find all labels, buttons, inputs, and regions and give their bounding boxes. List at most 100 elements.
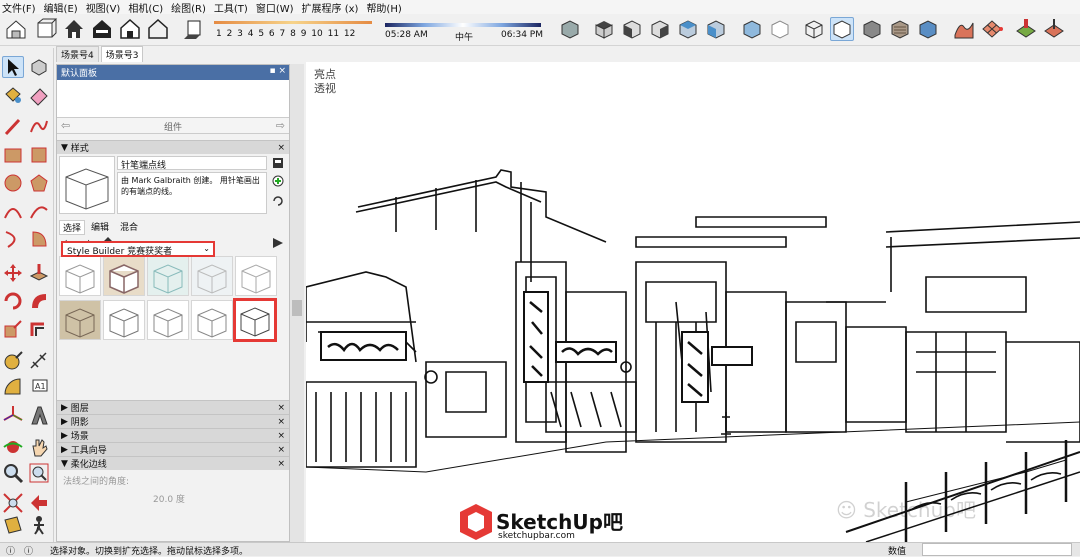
style-thumb[interactable]	[191, 256, 233, 296]
refresh-style-icon[interactable]	[271, 194, 285, 211]
style-thumb[interactable]	[191, 300, 233, 340]
tray-close-icon[interactable]: ▪ ×	[269, 66, 286, 76]
rotate-tool-icon[interactable]	[2, 290, 24, 312]
box-icon[interactable]	[34, 17, 58, 41]
scrollbar-thumb[interactable]	[292, 300, 302, 316]
soften-edges-section-header[interactable]: ▼ 柔化边线 ×	[57, 456, 289, 470]
offset-tool-icon[interactable]	[28, 318, 50, 340]
soften-edges-close-icon[interactable]: ×	[277, 459, 285, 469]
menu-help[interactable]: 帮助(H)	[366, 0, 401, 15]
style-description[interactable]: 由 Mark Galbraith 创建。 用针笔画出的有端点的线。	[117, 172, 267, 214]
follow-me-icon[interactable]	[28, 290, 50, 312]
hidden-line-style-icon[interactable]	[830, 17, 854, 41]
layers-close-icon[interactable]: ×	[277, 403, 285, 413]
pan-tool-icon[interactable]	[28, 436, 50, 458]
zoom-window-icon[interactable]	[28, 462, 50, 484]
menu-draw[interactable]: 绘图(R)	[171, 0, 206, 15]
arc-tool-icon[interactable]	[2, 200, 24, 222]
view-iso-icon[interactable]	[558, 17, 582, 41]
eraser-icon[interactable]	[28, 84, 50, 106]
polygon-tool-icon[interactable]	[28, 172, 50, 194]
view-right-icon[interactable]	[648, 17, 672, 41]
menu-extensions[interactable]: 扩展程序 (x)	[302, 0, 359, 15]
3d-text-icon[interactable]	[28, 404, 50, 426]
view-top-icon[interactable]	[592, 17, 616, 41]
menu-file[interactable]: 文件(F)	[2, 0, 36, 15]
tab-scene-4[interactable]: 场景号4	[56, 46, 99, 62]
selected-style-thumb[interactable]	[233, 298, 277, 342]
tab-edit[interactable]: 编辑	[88, 220, 112, 233]
house-outline-icon[interactable]	[118, 17, 142, 41]
orbit-tool-icon[interactable]	[2, 436, 24, 458]
forward-arrow-icon[interactable]: ⇨	[276, 119, 285, 132]
style-thumb[interactable]	[147, 300, 189, 340]
monochrome-style-icon[interactable]	[916, 17, 940, 41]
tray-scrollbar[interactable]	[290, 64, 304, 542]
style-thumb[interactable]	[147, 256, 189, 296]
style-collection-dropdown[interactable]: Style Builder 竞赛获奖者 ⌄	[61, 241, 215, 257]
tab-mix[interactable]: 混合	[117, 220, 141, 233]
house-frame-icon[interactable]	[146, 17, 170, 41]
house-solid-icon[interactable]	[90, 17, 114, 41]
dimension-tool-icon[interactable]	[28, 350, 50, 372]
details-menu-icon[interactable]	[271, 236, 285, 253]
push-pull-icon[interactable]	[28, 262, 50, 284]
axes-tool-icon[interactable]	[2, 404, 24, 426]
zoom-extents-icon[interactable]	[2, 492, 24, 514]
text-tool-icon[interactable]: A1	[28, 376, 50, 398]
sun-month-slider[interactable]: 1 2 3 4 5 6 7 8 9 10 11 12	[212, 16, 378, 44]
protractor-icon[interactable]	[2, 376, 24, 398]
style-thumb[interactable]	[59, 256, 101, 296]
styles-section-header[interactable]: ▼ 样式 ×	[57, 140, 289, 154]
make-component-icon[interactable]	[28, 56, 50, 78]
style-thumb[interactable]	[235, 256, 277, 296]
measurements-input[interactable]	[922, 543, 1072, 556]
paint-bucket-icon[interactable]	[2, 84, 24, 106]
styles-close-icon[interactable]: ×	[277, 143, 285, 153]
select-tool-icon[interactable]	[2, 56, 24, 78]
shadows-section-header[interactable]: ▶ 阴影 ×	[57, 414, 289, 428]
rotated-rectangle-icon[interactable]	[28, 144, 50, 166]
shaded-textures-style-icon[interactable]	[888, 17, 912, 41]
style-thumb[interactable]	[103, 300, 145, 340]
style-thumb[interactable]	[59, 300, 101, 340]
line-tool-icon[interactable]	[2, 116, 24, 138]
section-plane-icon[interactable]	[2, 514, 24, 536]
sandbox-contours-icon[interactable]	[952, 17, 976, 41]
shadow-toggle-icon[interactable]	[182, 17, 206, 41]
move-tool-icon[interactable]	[2, 262, 24, 284]
scenes-section-header[interactable]: ▶ 场景 ×	[57, 428, 289, 442]
sandbox-grid-icon[interactable]	[980, 17, 1004, 41]
pie-tool-icon[interactable]	[28, 228, 50, 250]
instructor-section-header[interactable]: ▶ 工具向导 ×	[57, 442, 289, 456]
view-front-icon[interactable]	[620, 17, 644, 41]
create-style-icon[interactable]	[271, 174, 285, 191]
tape-measure-icon[interactable]	[2, 350, 24, 372]
drape-tool-icon[interactable]	[1042, 17, 1066, 41]
view-back-icon[interactable]	[676, 17, 700, 41]
back-edges-style-icon[interactable]	[768, 17, 792, 41]
menu-window[interactable]: 窗口(W)	[256, 0, 294, 15]
shadows-close-icon[interactable]: ×	[277, 417, 285, 427]
geolocation-icon[interactable]: ⓘ	[6, 544, 15, 557]
menu-camera[interactable]: 相机(C)	[128, 0, 163, 15]
menu-tools[interactable]: 工具(T)	[214, 0, 248, 15]
scale-tool-icon[interactable]	[2, 318, 24, 340]
tab-scene-3[interactable]: 场景号3	[100, 46, 144, 62]
home-icon[interactable]	[62, 17, 86, 41]
model-viewport[interactable]: 亮点 透视 ☺ Sketchup吧	[306, 62, 1080, 542]
layers-section-header[interactable]: ▶ 图层 ×	[57, 400, 289, 414]
view-left-icon[interactable]	[704, 17, 728, 41]
circle-tool-icon[interactable]	[2, 172, 24, 194]
xray-style-icon[interactable]	[740, 17, 764, 41]
three-point-arc-icon[interactable]	[2, 228, 24, 250]
credits-icon[interactable]: ⓘ	[24, 544, 33, 557]
instructor-close-icon[interactable]: ×	[277, 445, 285, 455]
rectangle-tool-icon[interactable]	[2, 144, 24, 166]
update-style-icon[interactable]	[271, 156, 285, 173]
back-arrow-icon[interactable]: ⇦	[61, 119, 70, 132]
shaded-style-icon[interactable]	[860, 17, 884, 41]
time-slider[interactable]: 05:28 AM 中午 06:34 PM	[385, 16, 545, 44]
style-thumb[interactable]	[103, 256, 145, 296]
wireframe-style-icon[interactable]	[802, 17, 826, 41]
